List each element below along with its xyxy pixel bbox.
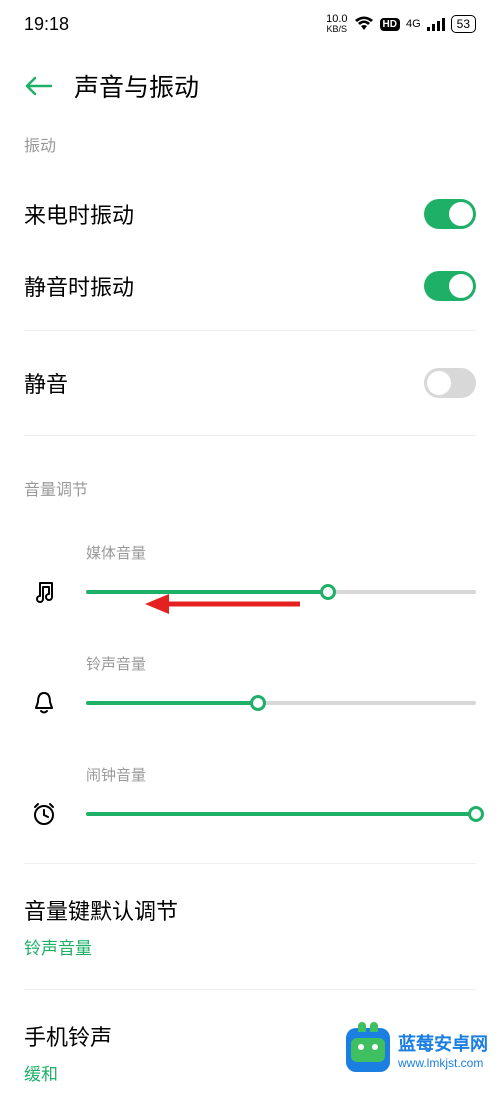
- music-note-icon: [24, 579, 64, 605]
- back-button[interactable]: [24, 75, 52, 97]
- vibrate-on-silent-row[interactable]: 静音时振动: [24, 250, 476, 322]
- vibrate-on-silent-label: 静音时振动: [24, 270, 134, 302]
- status-bar: 19:18 10.0 KB/S HD 4G 53: [0, 0, 500, 48]
- vibrate-on-ring-row[interactable]: 来电时振动: [24, 178, 476, 250]
- vibrate-on-ring-label: 来电时振动: [24, 198, 134, 230]
- ring-volume-slider[interactable]: [86, 701, 476, 705]
- divider: [24, 989, 476, 990]
- signal-icon: [427, 17, 445, 31]
- divider: [24, 330, 476, 331]
- hd-badge: HD: [380, 18, 400, 31]
- watermark-name: 蓝莓安卓网: [398, 1030, 488, 1056]
- ring-volume-label: 铃声音量: [86, 653, 476, 674]
- silent-mode-label: 静音: [24, 367, 68, 399]
- vibrate-on-silent-toggle[interactable]: [424, 271, 476, 301]
- arrow-left-icon: [24, 75, 52, 97]
- page-header: 声音与振动: [0, 48, 500, 132]
- divider: [24, 863, 476, 864]
- volume-key-default-title: 音量键默认调节: [24, 894, 476, 926]
- silent-mode-row[interactable]: 静音: [24, 339, 476, 427]
- media-volume-slider[interactable]: [86, 590, 476, 594]
- section-volume-label: 音量调节: [24, 476, 476, 500]
- volume-key-default-value: 铃声音量: [24, 934, 476, 959]
- watermark-url: www.lmkjst.com: [398, 1056, 488, 1070]
- watermark-logo-icon: [346, 1028, 390, 1072]
- volume-key-default-item[interactable]: 音量键默认调节 铃声音量: [24, 872, 476, 981]
- media-volume-label: 媒体音量: [86, 542, 476, 563]
- page-title: 声音与振动: [74, 68, 199, 104]
- media-volume-group: 媒体音量: [24, 522, 476, 633]
- section-vibration-label: 振动: [24, 132, 476, 156]
- alarm-clock-icon: [24, 801, 64, 827]
- alarm-volume-label: 闹钟音量: [86, 764, 476, 785]
- status-right: 10.0 KB/S HD 4G 53: [326, 14, 476, 34]
- wifi-icon: [354, 16, 374, 32]
- watermark: 蓝莓安卓网 www.lmkjst.com: [346, 1028, 488, 1072]
- network-type: 4G: [406, 18, 421, 30]
- network-speed: 10.0 KB/S: [326, 14, 347, 34]
- divider: [24, 435, 476, 436]
- battery-indicator: 53: [451, 15, 476, 33]
- vibrate-on-ring-toggle[interactable]: [424, 199, 476, 229]
- alarm-volume-slider[interactable]: [86, 812, 476, 816]
- alarm-volume-group: 闹钟音量: [24, 744, 476, 855]
- silent-mode-toggle[interactable]: [424, 368, 476, 398]
- status-time: 19:18: [24, 14, 69, 35]
- ring-volume-group: 铃声音量: [24, 633, 476, 744]
- bell-icon: [24, 690, 64, 716]
